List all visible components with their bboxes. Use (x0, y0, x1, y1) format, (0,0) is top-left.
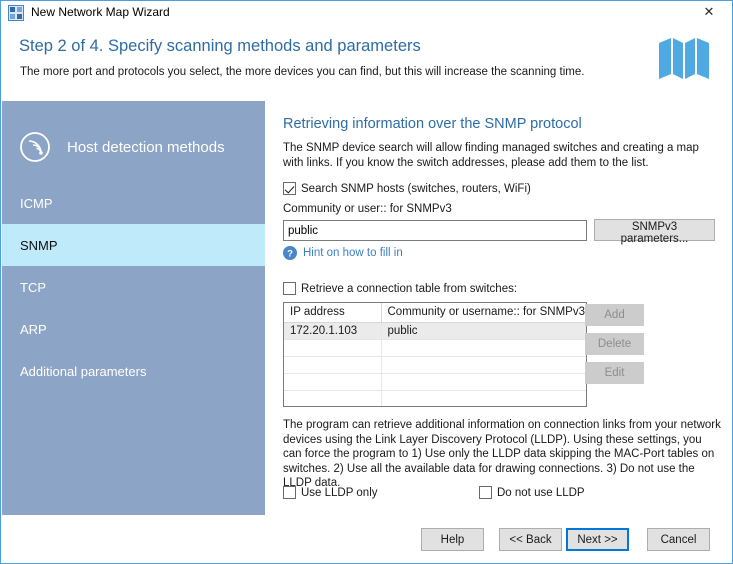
search-snmp-hosts-checkbox-row[interactable]: Search SNMP hosts (switches, routers, Wi… (283, 182, 531, 195)
back-button[interactable]: << Back (499, 528, 562, 551)
sidebar-heading: Host detection methods (2, 123, 265, 171)
search-snmp-hosts-checkbox[interactable] (283, 182, 296, 195)
do-not-use-lldp-checkbox[interactable] (479, 486, 492, 499)
cell-empty (284, 390, 381, 407)
add-button[interactable]: Add (585, 304, 644, 326)
section-description: The SNMP device search will allow findin… (283, 141, 715, 171)
table-row-empty[interactable] (284, 373, 586, 390)
sidebar-item-label: TCP (20, 280, 46, 295)
folded-map-logo (657, 33, 711, 83)
radar-icon (19, 131, 51, 163)
cell-community: public (381, 322, 586, 339)
close-button[interactable]: ✕ (686, 1, 732, 23)
use-lldp-only-checkbox[interactable] (283, 486, 296, 499)
cell-empty (381, 339, 586, 356)
sidebar-item-arp[interactable]: ARP (2, 308, 265, 350)
cell-empty (381, 390, 586, 407)
lldp-description: The program can retrieve additional info… (283, 418, 723, 491)
use-lldp-only-checkbox-row[interactable]: Use LLDP only (283, 486, 378, 499)
wizard-header: Step 2 of 4. Specify scanning methods an… (2, 24, 733, 101)
window-title: New Network Map Wizard (31, 1, 170, 24)
retrieve-connection-table-checkbox-row[interactable]: Retrieve a connection table from switche… (283, 282, 517, 295)
cell-empty (284, 339, 381, 356)
main-content: Retrieving information over the SNMP pro… (265, 101, 733, 515)
table-header-row: IP address Community or username:: for S… (284, 303, 586, 322)
help-button[interactable]: Help (421, 528, 484, 551)
page-title: Step 2 of 4. Specify scanning methods an… (19, 37, 421, 56)
sidebar-item-additional-parameters[interactable]: Additional parameters (2, 350, 265, 392)
sidebar: Host detection methods ICMP SNMP TCP ARP… (2, 101, 265, 515)
delete-button[interactable]: Delete (585, 333, 644, 355)
sidebar-item-label: Additional parameters (20, 364, 146, 379)
snmpv3-parameters-button[interactable]: SNMPv3 parameters... (594, 219, 715, 241)
retrieve-connection-table-checkbox[interactable] (283, 282, 296, 295)
cell-empty (284, 373, 381, 390)
title-bar: New Network Map Wizard ✕ (1, 1, 732, 24)
cell-empty (284, 356, 381, 373)
table-row[interactable]: 172.20.1.103 public (284, 322, 586, 339)
next-button[interactable]: Next >> (566, 528, 629, 551)
close-icon: ✕ (704, 6, 715, 19)
page-subtitle: The more port and protocols you select, … (20, 66, 584, 78)
do-not-use-lldp-label: Do not use LLDP (497, 487, 585, 499)
edit-button[interactable]: Edit (585, 362, 644, 384)
cell-empty (381, 373, 586, 390)
hint-link-label: Hint on how to fill in (303, 247, 403, 259)
community-input[interactable] (283, 220, 587, 241)
sidebar-item-icmp[interactable]: ICMP (2, 182, 265, 224)
table-row-empty[interactable] (284, 390, 586, 407)
retrieve-connection-table-label: Retrieve a connection table from switche… (301, 283, 517, 295)
column-header-community[interactable]: Community or username:: for SNMPv3 (381, 303, 586, 322)
footer-button-bar: Help << Back Next >> Cancel (2, 515, 733, 563)
wizard-window: New Network Map Wizard ✕ Step 2 of 4. Sp… (0, 0, 733, 564)
use-lldp-only-label: Use LLDP only (301, 487, 378, 499)
section-title: Retrieving information over the SNMP pro… (283, 116, 582, 132)
cell-ip-address: 172.20.1.103 (284, 322, 381, 339)
switch-table[interactable]: IP address Community or username:: for S… (283, 302, 587, 407)
hint-link[interactable]: ? Hint on how to fill in (283, 246, 403, 260)
table-row-empty[interactable] (284, 356, 586, 373)
sidebar-heading-label: Host detection methods (67, 139, 225, 156)
sidebar-item-label: ARP (20, 322, 47, 337)
sidebar-item-snmp[interactable]: SNMP (2, 224, 265, 266)
sidebar-item-label: SNMP (20, 238, 58, 253)
search-snmp-hosts-label: Search SNMP hosts (switches, routers, Wi… (301, 183, 531, 195)
table-row-empty[interactable] (284, 339, 586, 356)
do-not-use-lldp-checkbox-row[interactable]: Do not use LLDP (479, 486, 585, 499)
sidebar-item-tcp[interactable]: TCP (2, 266, 265, 308)
column-header-ip-address[interactable]: IP address (284, 303, 381, 322)
help-circle-icon: ? (283, 246, 297, 260)
sidebar-item-label: ICMP (20, 196, 53, 211)
cancel-button[interactable]: Cancel (647, 528, 710, 551)
network-map-icon (8, 5, 24, 21)
community-label: Community or user:: for SNMPv3 (283, 203, 452, 215)
svg-text:?: ? (287, 249, 293, 260)
cell-empty (381, 356, 586, 373)
